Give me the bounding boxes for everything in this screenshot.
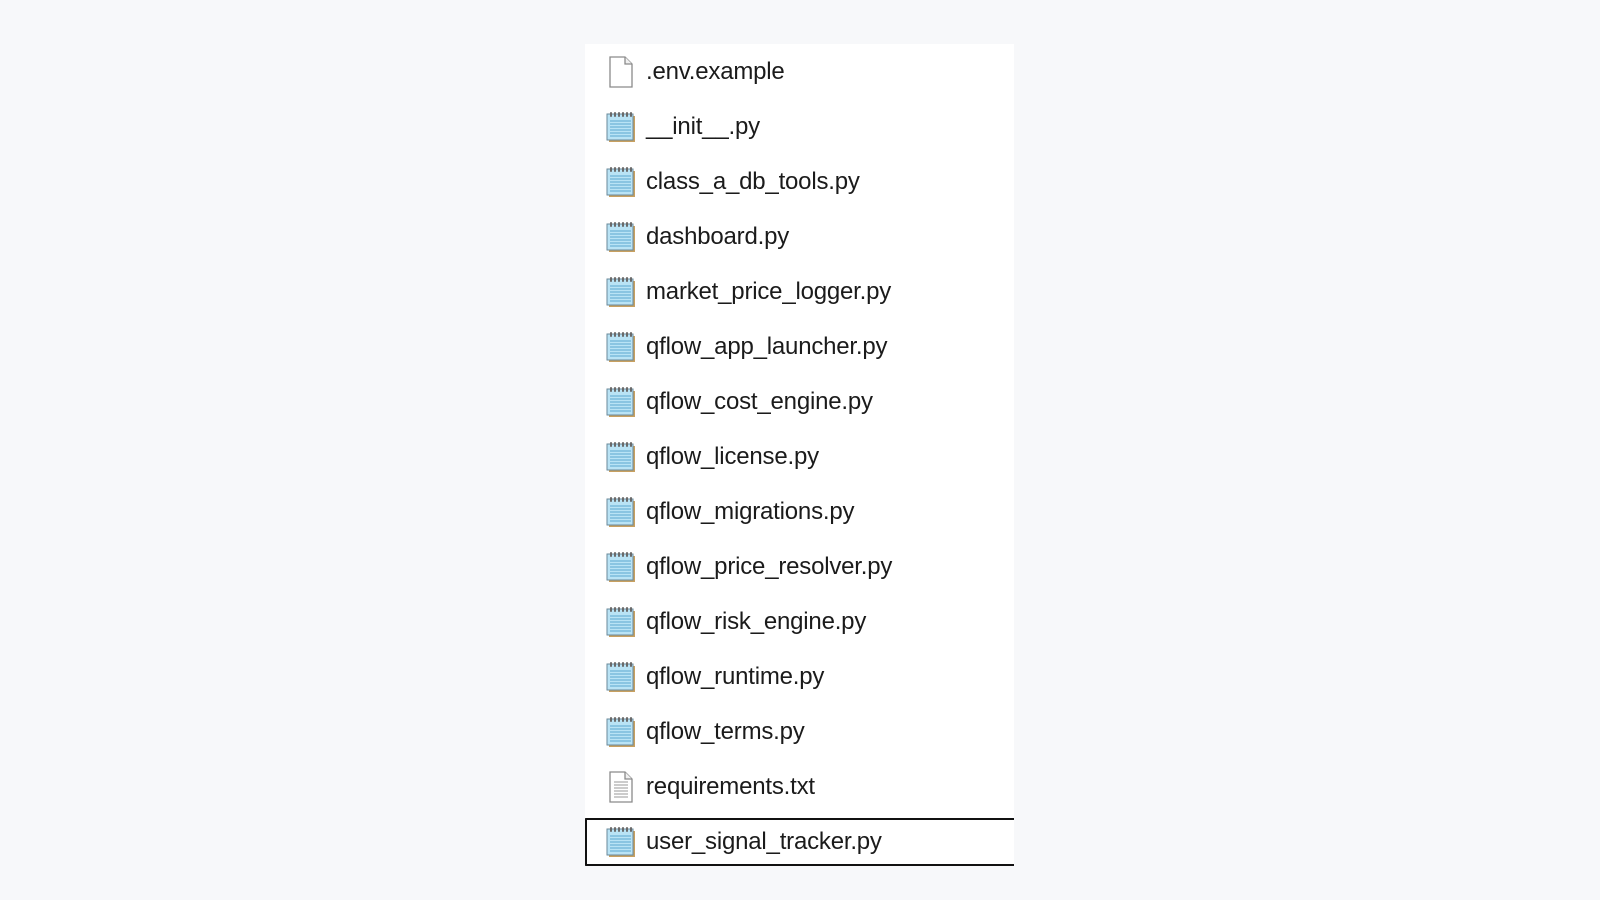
file-name: dashboard.py xyxy=(646,222,790,250)
file-name: qflow_risk_engine.py xyxy=(646,607,867,635)
file-name: class_a_db_tools.py xyxy=(646,167,860,195)
python-file-icon xyxy=(605,441,637,473)
file-item[interactable]: class_a_db_tools.py xyxy=(585,154,1014,209)
file-item[interactable]: .env.example xyxy=(585,44,1014,99)
file-name: qflow_price_resolver.py xyxy=(646,552,893,580)
file-name: qflow_migrations.py xyxy=(646,497,855,525)
file-name: requirements.txt xyxy=(646,772,815,800)
file-item[interactable]: qflow_terms.py xyxy=(585,704,1014,759)
python-file-icon xyxy=(605,276,637,308)
python-file-icon xyxy=(605,551,637,583)
file-item[interactable]: qflow_risk_engine.py xyxy=(585,594,1014,649)
file-item[interactable]: dashboard.py xyxy=(585,209,1014,264)
blank-file-icon xyxy=(605,55,637,88)
file-item[interactable]: qflow_migrations.py xyxy=(585,484,1014,539)
file-name: qflow_terms.py xyxy=(646,717,805,745)
python-file-icon xyxy=(605,716,637,748)
file-name: user_signal_tracker.py xyxy=(646,828,882,855)
file-name: qflow_app_launcher.py xyxy=(646,332,888,360)
file-list: .env.example __init__.py class_a_db_tools.… xyxy=(585,44,1014,866)
file-list-panel: .env.example __init__.py class_a_db_tools.… xyxy=(585,44,1014,866)
text-file-icon xyxy=(605,770,637,803)
python-file-icon xyxy=(605,661,637,693)
file-item[interactable]: qflow_license.py xyxy=(585,429,1014,484)
file-item[interactable]: market_price_logger.py xyxy=(585,264,1014,319)
file-name: market_price_logger.py xyxy=(646,277,892,305)
python-file-icon xyxy=(605,166,637,198)
python-file-icon xyxy=(605,221,637,253)
file-item[interactable]: qflow_runtime.py xyxy=(585,649,1014,704)
file-name: qflow_cost_engine.py xyxy=(646,387,873,415)
file-item[interactable]: qflow_cost_engine.py xyxy=(585,374,1014,429)
file-name: .env.example xyxy=(646,57,785,85)
python-file-icon xyxy=(605,606,637,638)
python-file-icon xyxy=(605,496,637,528)
file-name: __init__.py xyxy=(646,112,760,140)
file-item[interactable]: qflow_price_resolver.py xyxy=(585,539,1014,594)
python-file-icon xyxy=(605,111,637,143)
file-item[interactable]: __init__.py xyxy=(585,99,1014,154)
python-file-icon xyxy=(605,331,637,363)
file-name: qflow_runtime.py xyxy=(646,662,825,690)
python-file-icon xyxy=(605,386,637,418)
python-file-icon xyxy=(605,826,637,858)
file-item[interactable]: qflow_app_launcher.py xyxy=(585,319,1014,374)
file-item[interactable]: user_signal_tracker.py xyxy=(585,818,1014,866)
file-name: qflow_license.py xyxy=(646,442,819,470)
file-item[interactable]: requirements.txt xyxy=(585,759,1014,814)
